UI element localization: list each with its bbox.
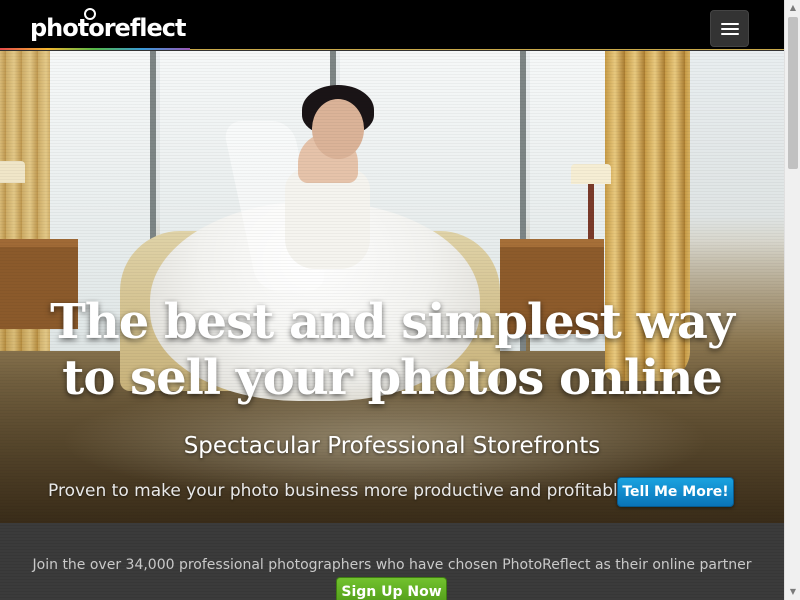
vertical-scrollbar[interactable]: ▲ ▼ bbox=[784, 0, 800, 600]
menu-toggle-button[interactable] bbox=[710, 10, 749, 47]
hamburger-menu-icon bbox=[721, 23, 739, 25]
hamburger-bar bbox=[721, 28, 739, 30]
scroll-down-arrow-icon[interactable]: ▼ bbox=[785, 584, 800, 600]
logo-text: photoreflect bbox=[30, 14, 186, 42]
top-navbar: photoreflect ® bbox=[0, 0, 784, 69]
page: photoreflect ® bbox=[0, 0, 784, 600]
scroll-thumb[interactable] bbox=[788, 17, 798, 169]
promo-band: Join the over 34,000 professional photog… bbox=[0, 523, 784, 600]
hamburger-bar bbox=[721, 33, 739, 35]
hero-tagline: Proven to make your photo business more … bbox=[48, 481, 629, 501]
headline-line-1: The best and simplest way bbox=[50, 294, 735, 350]
scroll-up-arrow-icon[interactable]: ▲ bbox=[785, 0, 800, 16]
hero-section: The best and simplest way to sell your p… bbox=[0, 51, 784, 523]
sign-up-now-button[interactable]: Sign Up Now bbox=[336, 577, 447, 600]
logo-ring-icon bbox=[84, 8, 96, 20]
photoreflect-logo[interactable]: photoreflect ® bbox=[30, 6, 200, 69]
headline-line-2: to sell your photos online bbox=[62, 350, 723, 406]
tell-me-more-button[interactable]: Tell Me More! bbox=[617, 477, 734, 507]
hero-headline: The best and simplest way to sell your p… bbox=[0, 294, 784, 406]
hero-subheadline: Spectacular Professional Storefronts bbox=[183, 433, 601, 459]
logo-color-strip bbox=[0, 48, 190, 50]
photographer-count-text: Join the over 34,000 professional photog… bbox=[32, 557, 752, 573]
